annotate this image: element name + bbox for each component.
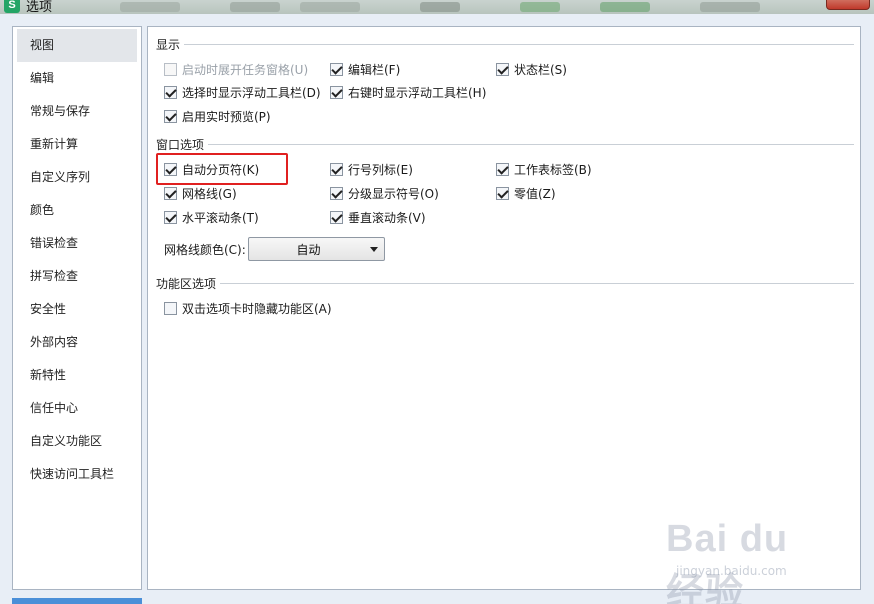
option-label: 启动时展开任务窗格(U) [182,62,309,77]
section-title-window-options: 窗口选项 [156,138,205,152]
option-label: 选择时显示浮动工具栏(D) [182,85,321,100]
option-label: 工作表标签(B) [514,162,592,177]
nav-item-new-features[interactable]: 新特性 [17,359,137,392]
section-divider [220,283,854,284]
option-auto-page-break[interactable]: 自动分页符(K) [164,161,259,177]
option-label: 状态栏(S) [514,62,567,77]
checkbox[interactable] [496,62,509,76]
nav-item-view[interactable]: 视图 [17,29,137,62]
checkbox[interactable] [164,210,177,224]
option-show-taskpane[interactable]: 启动时展开任务窗格(U) [164,61,308,77]
nav-item-colors[interactable]: 颜色 [17,194,137,227]
option-edit-bar[interactable]: 编辑栏(F) [330,61,400,77]
checkbox[interactable] [330,162,343,176]
checkbox[interactable] [164,186,177,200]
checkbox[interactable] [164,162,177,176]
nav-item-customize-ribbon[interactable]: 自定义功能区 [17,425,137,458]
grid-color-label: 网格线颜色(C): [164,243,246,257]
checkbox[interactable] [164,85,177,99]
window-title: 选项 [26,0,53,14]
option-label: 行号列标(E) [348,162,413,177]
section-divider [184,44,854,45]
section-title-display: 显示 [156,38,181,52]
nav-item-custom-lists[interactable]: 自定义序列 [17,161,137,194]
chevron-down-icon [370,247,378,252]
nav-item-quick-access-toolbar[interactable]: 快速访问工具栏 [17,458,137,491]
option-label: 编辑栏(F) [348,62,401,77]
option-label: 右键时显示浮动工具栏(H) [348,85,487,100]
nav-item-general-save[interactable]: 常规与保存 [17,95,137,128]
option-live-preview[interactable]: 启用实时预览(P) [164,108,271,124]
checkbox[interactable] [330,210,343,224]
wps-spreadsheet-icon: S [4,0,20,13]
option-gridlines[interactable]: 网格线(G) [164,185,237,201]
option-label: 启用实时预览(P) [182,109,271,124]
grid-color-dropdown[interactable]: 自动 [248,237,385,261]
nav-item-external-content[interactable]: 外部内容 [17,326,137,359]
section-title-ribbon: 功能区选项 [156,277,217,291]
option-h-scrollbar[interactable]: 水平滚动条(T) [164,209,259,225]
option-label: 自动分页符(K) [182,162,260,177]
section-divider [208,144,854,145]
option-row-col-headers[interactable]: 行号列标(E) [330,161,413,177]
options-panel: 显示 启动时展开任务窗格(U) 编辑栏(F) 状态栏(S) 选择时显示浮动工具栏… [147,26,861,590]
option-sheet-tabs[interactable]: 工作表标签(B) [496,161,592,177]
dropdown-value: 自动 [296,242,321,257]
option-label: 网格线(G) [182,186,237,201]
option-float-toolbar-select[interactable]: 选择时显示浮动工具栏(D) [164,84,321,100]
options-nav: 视图 编辑 常规与保存 重新计算 自定义序列 颜色 错误检查 拼写检查 安全性 … [12,26,142,590]
nav-item-security[interactable]: 安全性 [17,293,137,326]
nav-item-trust-center[interactable]: 信任中心 [17,392,137,425]
checkbox[interactable] [330,62,343,76]
checkbox[interactable] [330,186,343,200]
option-v-scrollbar[interactable]: 垂直滚动条(V) [330,209,426,225]
nav-item-recalculate[interactable]: 重新计算 [17,128,137,161]
nav-item-spell-check[interactable]: 拼写检查 [17,260,137,293]
checkbox[interactable] [496,162,509,176]
checkbox[interactable] [164,62,177,76]
option-dblclick-hide-ribbon[interactable]: 双击选项卡时隐藏功能区(A) [164,300,332,316]
option-status-bar[interactable]: 状态栏(S) [496,61,567,77]
option-float-toolbar-rightclick[interactable]: 右键时显示浮动工具栏(H) [330,84,486,100]
title-bar: S 选项 [0,0,874,14]
option-label: 零值(Z) [514,186,556,201]
option-zero-values[interactable]: 零值(Z) [496,185,556,201]
checkbox[interactable] [496,186,509,200]
nav-item-error-check[interactable]: 错误检查 [17,227,137,260]
checkbox[interactable] [164,301,177,315]
option-label: 水平滚动条(T) [182,210,259,225]
option-outline-symbols[interactable]: 分级显示符号(O) [330,185,439,201]
option-label: 垂直滚动条(V) [348,210,426,225]
option-label: 双击选项卡时隐藏功能区(A) [182,301,332,316]
close-button[interactable] [826,0,870,10]
option-label: 分级显示符号(O) [348,186,439,201]
nav-scroll-strip [12,598,142,604]
nav-item-edit[interactable]: 编辑 [17,62,137,95]
checkbox[interactable] [330,85,343,99]
checkbox[interactable] [164,109,177,123]
